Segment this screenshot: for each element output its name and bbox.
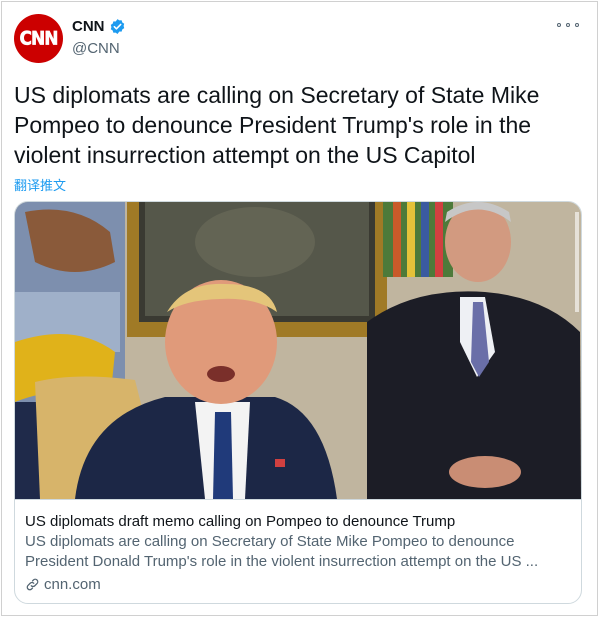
more-icon[interactable] <box>557 16 579 34</box>
tweet-text: US diplomats are calling on Secretary of… <box>14 82 540 168</box>
handle[interactable]: @CNN <box>72 40 120 57</box>
link-card[interactable]: US diplomats draft memo calling on Pompe… <box>14 201 582 604</box>
tweet-card[interactable]: CNN CNN @CNN US diplomats are calling on… <box>1 1 598 616</box>
author-name-row: CNN <box>72 18 126 35</box>
card-title[interactable]: US diplomats draft memo calling on Pompe… <box>25 512 571 531</box>
translate-link[interactable]: 翻译推文 <box>14 175 66 194</box>
verified-badge-icon <box>110 19 124 34</box>
card-meta[interactable]: US diplomats draft memo calling on Pompe… <box>15 499 581 603</box>
press-photo <box>15 202 581 499</box>
card-domain[interactable]: cnn.com <box>25 576 571 593</box>
card-domain-text: cnn.com <box>44 576 101 593</box>
cnn-logo: CNN <box>19 27 59 50</box>
avatar[interactable]: CNN <box>14 14 63 63</box>
card-image[interactable] <box>15 202 581 499</box>
display-name[interactable]: CNN <box>72 18 105 35</box>
card-description: US diplomats are calling on Secretary of… <box>25 533 539 570</box>
link-icon <box>26 578 39 591</box>
